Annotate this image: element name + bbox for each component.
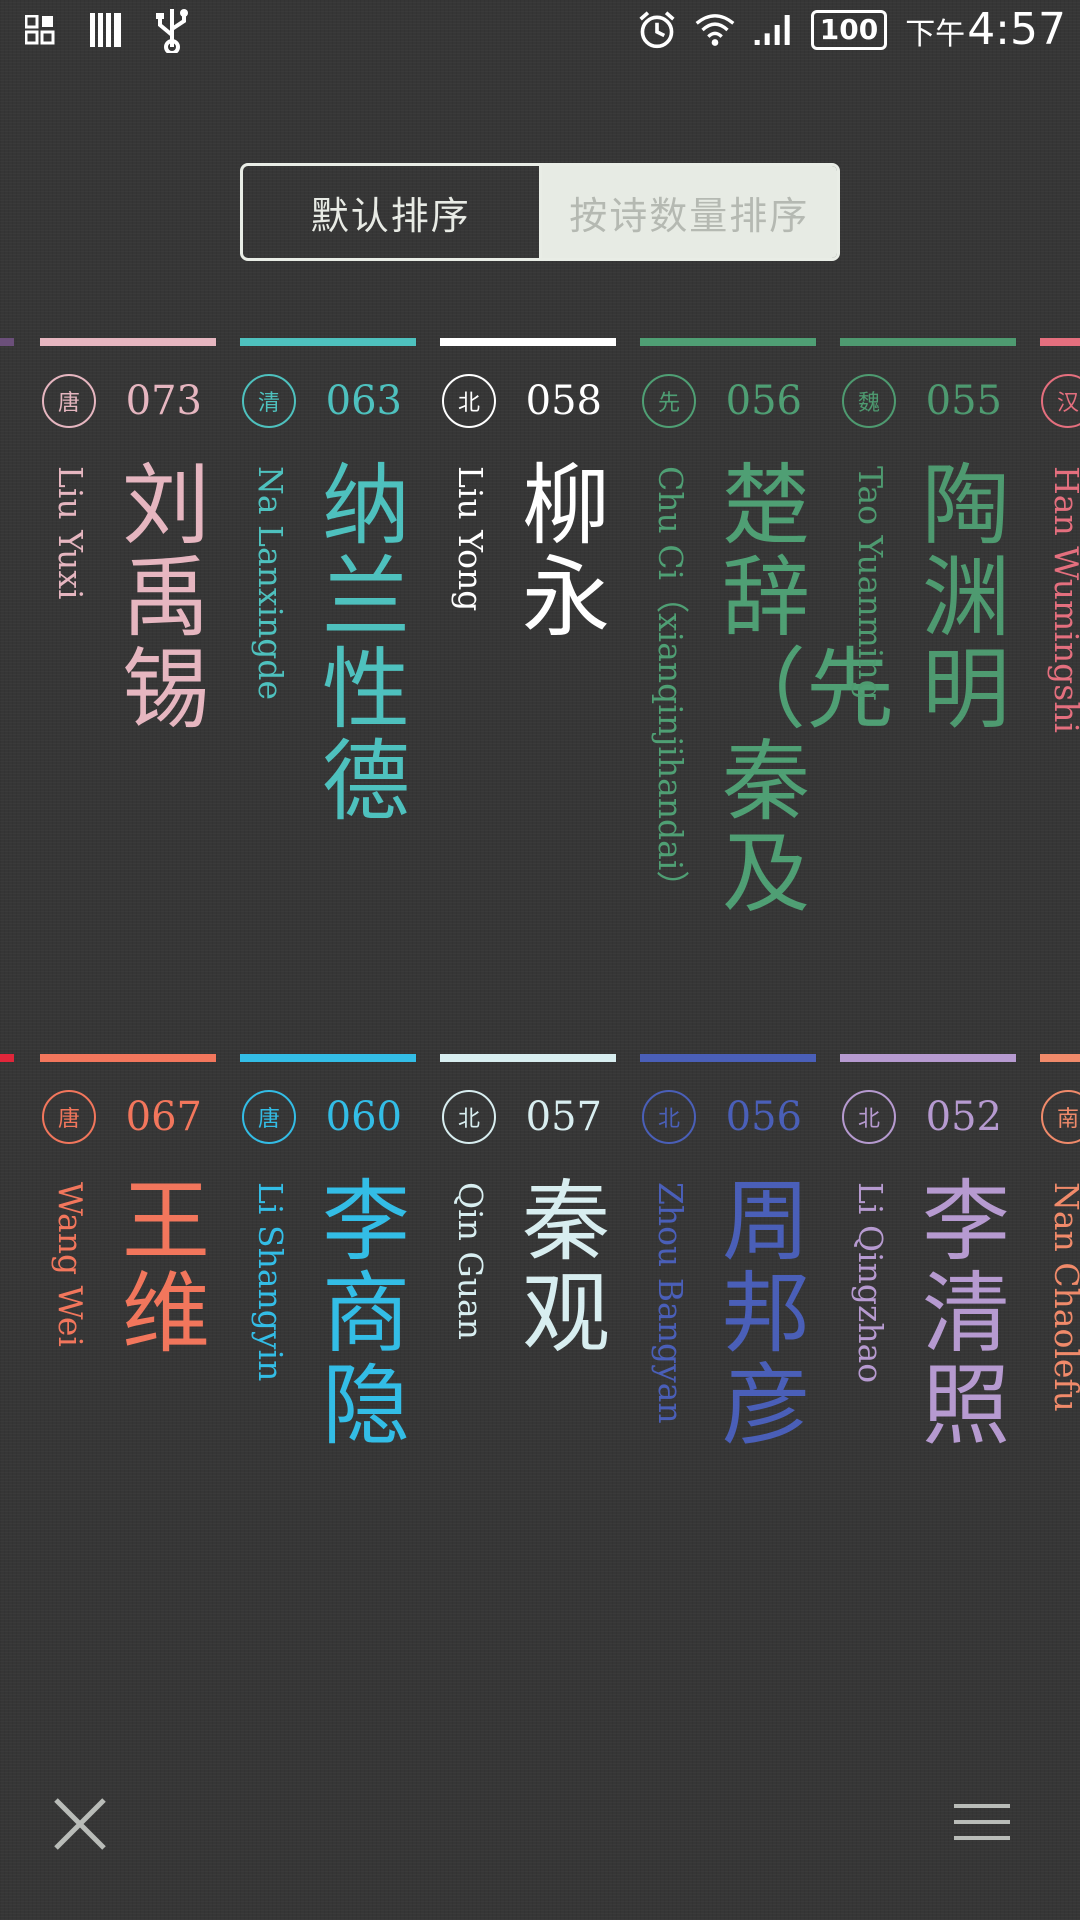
poet-card[interactable]: 北 052 Li Qingzhao 李清照 <box>840 1054 1016 1554</box>
dynasty-badge: 先 <box>642 374 696 428</box>
poet-card[interactable]: 魏 055 Tao Yuanming 陶渊明 <box>840 338 1016 1038</box>
dynasty-badge: 唐 <box>42 1090 96 1144</box>
card-color-bar <box>440 338 616 346</box>
poet-pinyin: Chu Ci（xianqinjihandai） <box>651 466 690 904</box>
poet-card[interactable]: 北 057 Qin Guan 秦观 <box>440 1054 616 1554</box>
apps-grid-icon <box>20 10 60 50</box>
card-color-bar <box>840 338 1016 346</box>
card-color-bar <box>640 338 816 346</box>
poet-card[interactable]: 唐 060 Li Shangyin 李商隐 <box>240 1054 416 1554</box>
card-color-bar <box>240 1054 416 1062</box>
poet-pinyin: Liu Yong <box>451 466 490 612</box>
poem-count: 058 <box>525 378 602 424</box>
dynasty-badge: 北 <box>642 1090 696 1144</box>
poet-card[interactable]: 先 056 Chu Ci（xianqinjihandai） 楚辞（先秦及 <box>640 338 895 1038</box>
battery-indicator: 100 <box>810 9 888 50</box>
poet-pinyin: Li Shangyin <box>251 1182 290 1382</box>
poem-count: 057 <box>525 1094 602 1140</box>
poet-pinyin: Zhou Bangyan <box>651 1182 690 1424</box>
status-clock: 下午 4:57 <box>905 4 1066 55</box>
card-color-bar <box>640 1054 816 1062</box>
poem-count: 067 <box>125 1094 202 1140</box>
clock-time: 4:57 <box>967 4 1066 55</box>
sort-toggle: 默认排序 按诗数量排序 <box>240 163 840 261</box>
poet-pinyin: Han Wumingshi <box>1047 466 1080 733</box>
clock-ampm: 下午 <box>905 17 966 52</box>
poem-count: 055 <box>925 378 1002 424</box>
poet-name: 李商隐 <box>321 1170 410 1457</box>
dynasty-badge: 南 <box>1041 1090 1080 1144</box>
edge-bar-row1 <box>0 338 14 346</box>
poet-name: 周邦彦 <box>721 1170 810 1457</box>
dynasty-badge: 北 <box>442 1090 496 1144</box>
menu-icon <box>954 1804 1010 1840</box>
poet-name: 秦观 <box>521 1170 610 1365</box>
poet-name: 李清照 <box>921 1170 1010 1457</box>
poet-pinyin: Li Qingzhao <box>851 1182 890 1384</box>
card-color-bar <box>40 338 216 346</box>
dynasty-badge: 北 <box>442 374 496 428</box>
dynasty-badge: 唐 <box>242 1090 296 1144</box>
poem-count: 073 <box>125 378 202 424</box>
dynasty-badge: 唐 <box>42 374 96 428</box>
poet-pinyin: Wang Wei <box>51 1182 90 1347</box>
wifi-icon <box>695 10 735 50</box>
close-icon <box>54 1798 106 1850</box>
poet-pinyin: Qin Guan <box>451 1182 490 1340</box>
status-bar: 100 下午 4:57 <box>0 0 1080 64</box>
poem-count: 056 <box>725 378 802 424</box>
poet-card-partial[interactable]: 南 Nan Chaolefu <box>1040 1054 1080 1554</box>
card-color-bar <box>840 1054 1016 1062</box>
poet-pinyin: Na Lanxingde <box>251 466 290 701</box>
dynasty-badge: 清 <box>242 374 296 428</box>
poet-card[interactable]: 北 056 Zhou Bangyan 周邦彦 <box>640 1054 816 1554</box>
dynasty-badge: 北 <box>842 1090 896 1144</box>
dynasty-badge: 汉 <box>1041 374 1080 428</box>
alarm-icon <box>637 10 677 50</box>
poet-name: 楚辞（先秦及 <box>718 454 895 925</box>
poet-name: 陶渊明 <box>921 454 1010 741</box>
poet-pinyin: Liu Yuxi <box>51 466 90 600</box>
menu-button[interactable] <box>952 1800 1012 1844</box>
poet-name: 刘禹锡 <box>121 454 210 741</box>
poet-name: 柳永 <box>521 454 610 649</box>
default-sort-button[interactable]: 默认排序 <box>243 166 542 258</box>
dynasty-badge: 魏 <box>842 374 896 428</box>
close-button[interactable] <box>48 1792 112 1856</box>
poet-card-partial[interactable]: 汉 Han Wumingshi <box>1040 338 1080 1038</box>
poet-card[interactable]: 唐 067 Wang Wei 王维 <box>40 1054 216 1554</box>
poem-count: 060 <box>325 1094 402 1140</box>
poet-name: 纳兰性德 <box>321 454 410 833</box>
poem-count: 052 <box>925 1094 1002 1140</box>
poet-card[interactable]: 清 063 Na Lanxingde 纳兰性德 <box>240 338 416 1038</box>
poem-count: 056 <box>725 1094 802 1140</box>
card-color-bar <box>440 1054 616 1062</box>
poet-card[interactable]: 唐 073 Liu Yuxi 刘禹锡 <box>40 338 216 1038</box>
barcode-icon <box>86 10 126 50</box>
card-color-bar <box>40 1054 216 1062</box>
poet-card[interactable]: 北 058 Liu Yong 柳永 <box>440 338 616 1038</box>
card-color-bar <box>240 338 416 346</box>
poet-pinyin: Nan Chaolefu <box>1047 1182 1080 1412</box>
sort-by-count-button[interactable]: 按诗数量排序 <box>541 166 837 258</box>
poem-count: 063 <box>325 378 402 424</box>
edge-bar-row2 <box>0 1054 14 1062</box>
usb-icon <box>152 9 192 53</box>
poet-name: 王维 <box>121 1170 210 1365</box>
signal-icon <box>753 10 793 50</box>
poet-pinyin: Tao Yuanming <box>851 466 890 701</box>
